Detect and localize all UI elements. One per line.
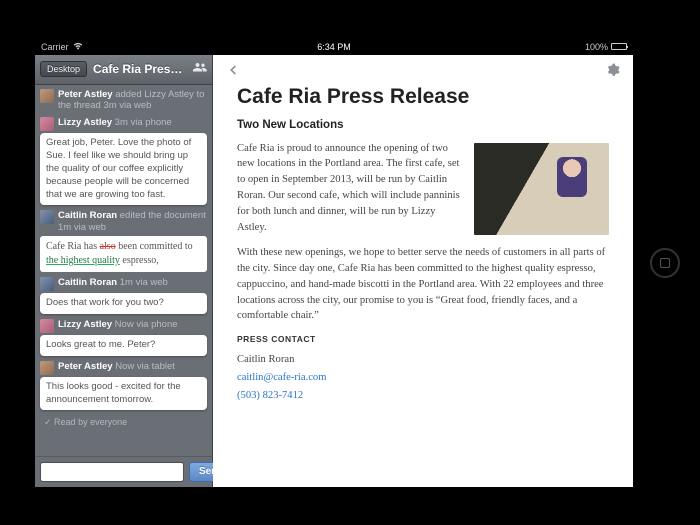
wifi-icon (73, 42, 83, 52)
avatar (40, 117, 54, 131)
contact-name: Caitlin Roran (237, 352, 609, 368)
sidebar: Desktop Cafe Ria Press… Peter Astley add… (35, 55, 213, 487)
thread-message: Caitlin Roran 1m via web Does that work … (40, 277, 207, 314)
battery-icon (611, 43, 627, 50)
message-bubble: This looks good - excited for the announ… (40, 377, 207, 411)
read-receipt: Read by everyone (40, 415, 207, 430)
message-bubble: Looks great to me. Peter? (40, 335, 207, 356)
home-button[interactable] (650, 248, 680, 278)
battery-percent: 100% (585, 42, 608, 52)
desktop-button[interactable]: Desktop (40, 61, 87, 77)
clock: 6:34 PM (317, 42, 351, 52)
message-bubble: Great job, Peter. Love the photo of Sue.… (40, 133, 207, 205)
contact-email[interactable]: caitlin@cafe-ria.com (237, 372, 326, 383)
back-button[interactable] (223, 60, 243, 80)
contact-label: PRESS CONTACT (237, 333, 609, 346)
avatar (40, 361, 54, 375)
tablet-frame: Carrier 6:34 PM 100% Desktop Cafe Ria Pr… (0, 0, 700, 525)
thread[interactable]: Peter Astley added Lizzy Astley to the t… (35, 85, 212, 456)
main-toolbar (213, 55, 633, 85)
thread-edit: Caitlin Roran edited the document 1m via… (40, 210, 207, 272)
contact-phone[interactable]: (503) 823-7412 (237, 390, 303, 401)
document[interactable]: Cafe Ria Press Release Two New Locations… (213, 85, 633, 429)
sidebar-doc-title: Cafe Ria Press… (93, 62, 187, 76)
thread-message: Lizzy Astley 3m via phone Great job, Pet… (40, 117, 207, 205)
screen: Carrier 6:34 PM 100% Desktop Cafe Ria Pr… (35, 39, 633, 487)
avatar (40, 319, 54, 333)
compose-bar: Send (35, 456, 212, 487)
thread-message: Peter Astley Now via tablet This looks g… (40, 361, 207, 411)
thread-message: Lizzy Astley Now via phone Looks great t… (40, 319, 207, 356)
status-bar: Carrier 6:34 PM 100% (35, 39, 633, 55)
doc-photo (474, 143, 609, 235)
carrier-label: Carrier (41, 42, 69, 52)
avatar (40, 210, 54, 224)
home-button-icon (660, 258, 670, 268)
sidebar-header: Desktop Cafe Ria Press… (35, 55, 212, 85)
doc-paragraph: With these new openings, we hope to bett… (237, 245, 609, 324)
edit-diff: Cafe Ria has also been committed to the … (40, 236, 207, 272)
people-icon[interactable] (193, 60, 207, 78)
compose-input[interactable] (40, 462, 184, 482)
thread-event: Peter Astley added Lizzy Astley to the t… (40, 89, 207, 113)
doc-subtitle: Two New Locations (237, 119, 609, 131)
app: Desktop Cafe Ria Press… Peter Astley add… (35, 55, 633, 487)
doc-title: Cafe Ria Press Release (237, 85, 609, 109)
avatar (40, 89, 54, 103)
settings-button[interactable] (603, 60, 623, 80)
message-bubble: Does that work for you two? (40, 293, 207, 314)
avatar (40, 277, 54, 291)
main-pane: Cafe Ria Press Release Two New Locations… (213, 55, 633, 487)
